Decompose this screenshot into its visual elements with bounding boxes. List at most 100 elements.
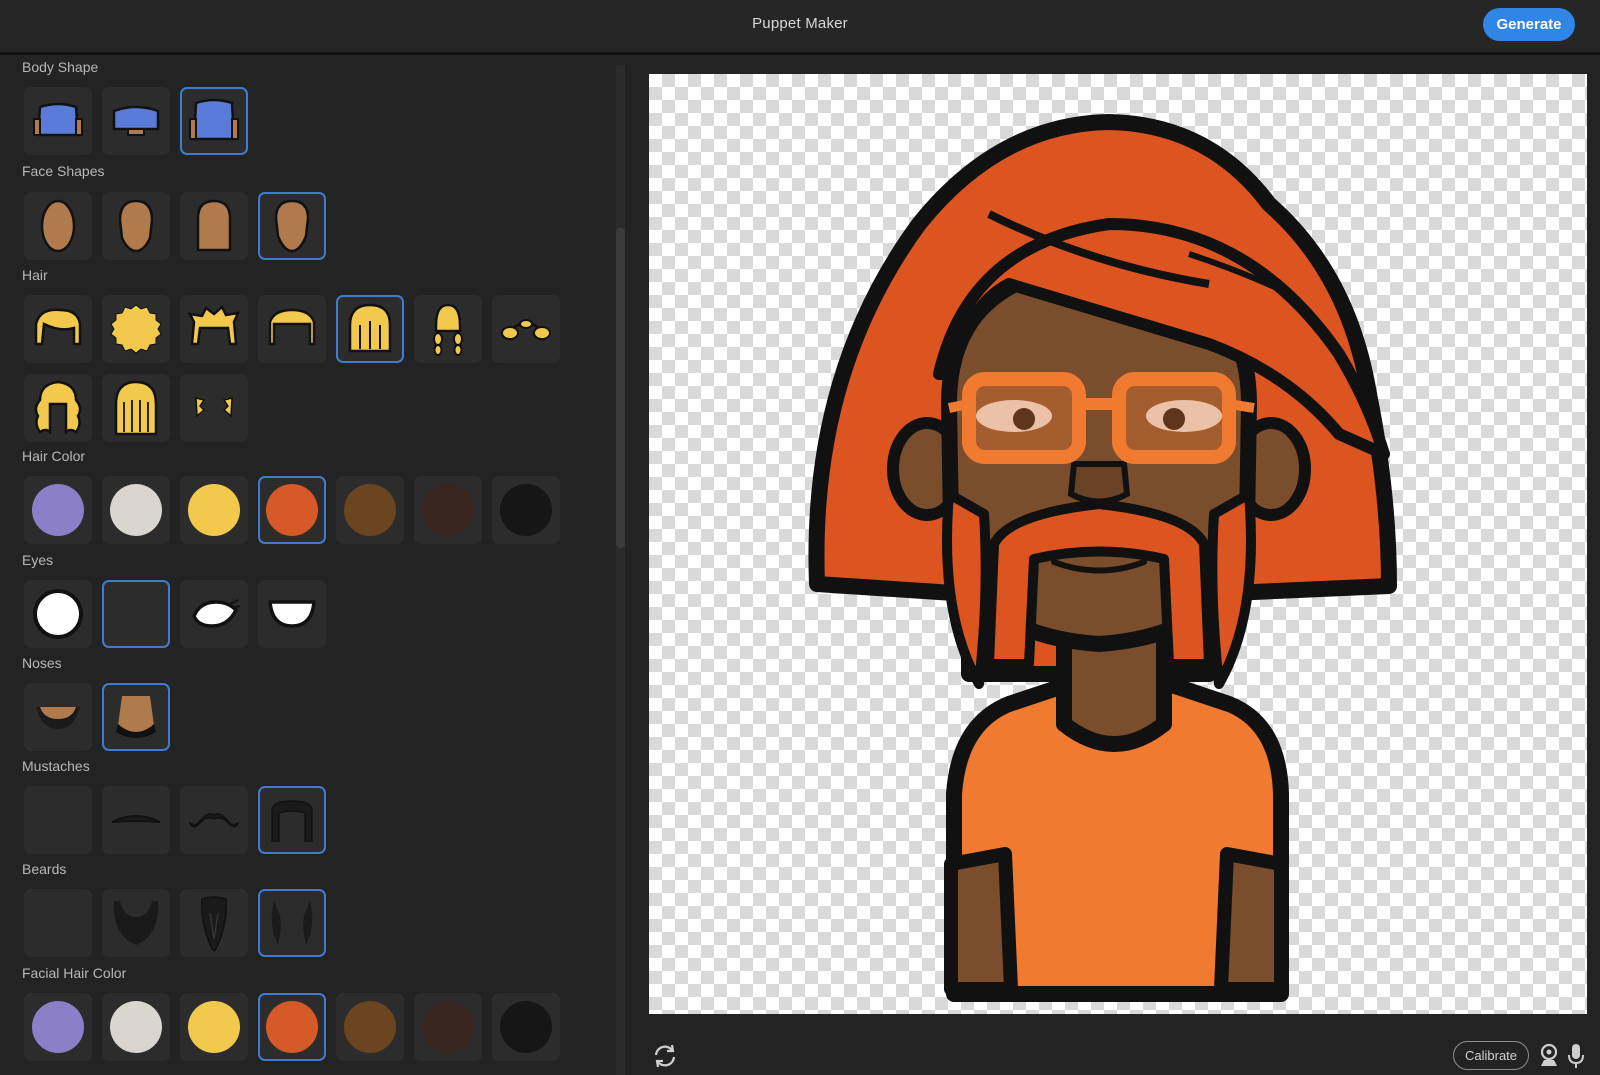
puppet-beard-right [1207,489,1256,689]
hair-sideburns-icon [195,397,233,418]
hair-swept-icon [34,308,82,346]
hair-pigtails-icon [501,319,551,340]
camera-icon[interactable] [1538,1043,1560,1067]
facial-hair-color-swatch-1[interactable] [24,993,92,1061]
body-shape-icon [33,102,83,137]
beard-goatee-icon [200,896,228,953]
hair-option-7[interactable] [492,295,560,363]
face-shape-option-3[interactable] [180,192,248,260]
puppet-preview-canvas [649,74,1587,1014]
eyes-option-2[interactable] [102,580,170,648]
beard-option-3[interactable] [180,889,248,957]
eye-almond-icon [192,599,241,628]
hair-color-swatch-6[interactable] [414,476,482,544]
hair-color-swatch-7[interactable] [492,476,560,544]
color-swatch-dot [344,1001,396,1053]
eyes-option-4[interactable] [258,580,326,648]
hair-short-icon [268,308,316,346]
color-swatch-dot [188,1001,240,1053]
facial-hair-color-swatch-7[interactable] [492,993,560,1061]
body-shape-option-1[interactable] [24,87,92,155]
section-label-facial-hair-color: Facial Hair Color [22,965,127,981]
mustache-option-4[interactable] [258,786,326,854]
nose-wide-icon [116,696,156,738]
hair-option-3[interactable] [180,295,248,363]
face-shape-option-2[interactable] [102,192,170,260]
beard-option-2[interactable] [102,889,170,957]
facial-hair-color-swatch-2[interactable] [102,993,170,1061]
color-swatch-dot [32,1001,84,1053]
refresh-icon[interactable] [652,1043,678,1069]
section-label-hair: Hair [22,267,48,283]
facial-hair-color-swatch-5[interactable] [336,993,404,1061]
color-swatch-dot [110,484,162,536]
color-swatch-dot [500,484,552,536]
color-swatch-dot [266,1001,318,1053]
hair-option-5[interactable] [336,295,404,363]
generate-button[interactable]: Generate [1483,8,1575,41]
puppet-glasses-right-lens [1112,372,1236,464]
top-bar: Puppet Maker Generate [0,0,1600,55]
eye-half-icon [268,600,316,628]
hair-option-6[interactable] [414,295,482,363]
hair-spiky-icon [187,304,241,346]
nose-option-1[interactable] [24,683,92,751]
section-label-noses: Noses [22,655,62,671]
panel-scrollbar-thumb[interactable] [616,228,625,548]
color-swatch-dot [500,1001,552,1053]
color-swatch-dot [266,484,318,536]
hair-option-2[interactable] [102,295,170,363]
beard-chops-icon [271,901,313,945]
body-shape-option-2[interactable] [102,87,170,155]
hair-color-swatch-2[interactable] [102,476,170,544]
puppet-glasses-left-lens [962,372,1086,464]
color-swatch-dot [32,484,84,536]
section-label-eyes: Eyes [22,552,54,568]
hair-color-swatch-1[interactable] [24,476,92,544]
color-swatch-dot [422,1001,474,1053]
nose-round-icon [36,707,80,729]
body-shape-option-3[interactable] [180,87,248,155]
nose-option-2[interactable] [102,683,170,751]
eyes-option-1[interactable] [24,580,92,648]
facial-hair-color-swatch-4[interactable] [258,993,326,1061]
mustache-option-3[interactable] [180,786,248,854]
hair-option-8[interactable] [24,374,92,442]
hair-option-9[interactable] [102,374,170,442]
mustache-thin-icon [111,815,161,823]
color-swatch-dot [344,484,396,536]
app-title: Puppet Maker [752,15,848,32]
color-swatch-dot [110,1001,162,1053]
panel-scrollbar-track[interactable] [616,65,625,1075]
face-shape-option-1[interactable] [24,192,92,260]
eyes-option-3[interactable] [180,580,248,648]
hair-color-swatch-3[interactable] [180,476,248,544]
face-shape-option-4[interactable] [258,192,326,260]
face-round-icon [118,199,154,253]
mustache-option-2[interactable] [102,786,170,854]
facial-hair-color-swatch-3[interactable] [180,993,248,1061]
facial-hair-color-swatch-6[interactable] [414,993,482,1061]
beard-option-4[interactable] [258,889,326,957]
beard-full-icon [113,901,159,945]
hair-option-4[interactable] [258,295,326,363]
eye-round-icon [33,589,83,639]
hair-color-swatch-4[interactable] [258,476,326,544]
puppet-beard-left [942,489,991,689]
puppet-glasses-arm-left [948,399,970,413]
hair-color-swatch-5[interactable] [336,476,404,544]
beard-option-1[interactable] [24,889,92,957]
mustache-option-1[interactable] [24,786,92,854]
puppet-nose [1067,461,1131,505]
hair-braids-icon [433,303,463,356]
color-swatch-dot [188,484,240,536]
microphone-icon[interactable] [1567,1043,1585,1069]
hair-long-bob-icon [114,380,158,436]
color-swatch-dot [422,484,474,536]
calibrate-button[interactable]: Calibrate [1453,1041,1529,1070]
hair-option-1[interactable] [24,295,92,363]
puppet-right-arm [1214,847,1288,996]
face-pointed-icon [274,199,310,253]
hair-option-10[interactable] [180,374,248,442]
options-panel: Body Shape Face Shapes Hair Hair Color E… [0,55,615,1075]
